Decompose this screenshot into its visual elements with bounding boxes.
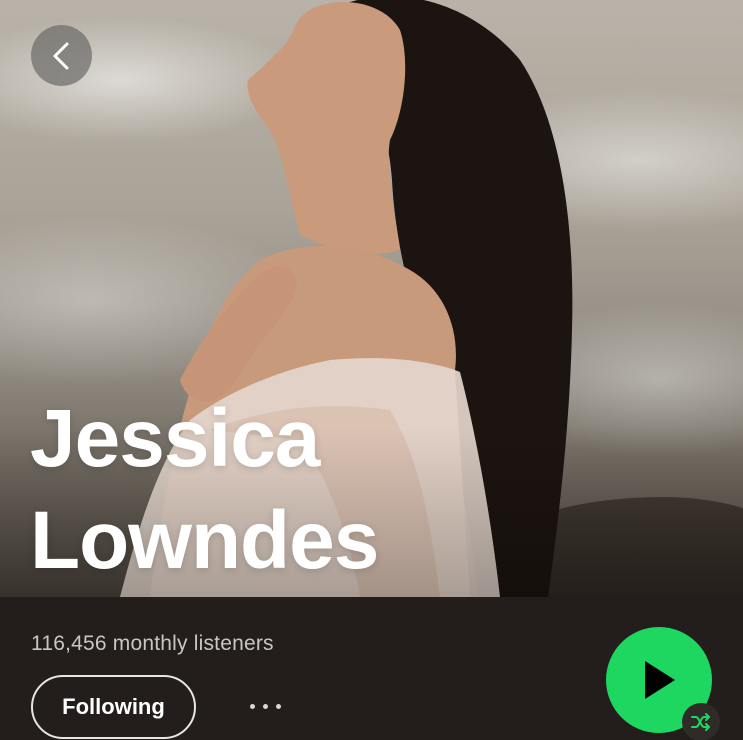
artist-name-line2: Lowndes	[30, 495, 379, 586]
more-dots-icon	[262, 703, 268, 709]
artist-info-section: 116,456 monthly listeners Following	[0, 597, 743, 740]
artist-name: Jessica Lowndes	[30, 388, 590, 592]
following-button[interactable]: Following	[31, 675, 196, 739]
shuffle-button[interactable]	[682, 703, 720, 740]
artist-name-line1: Jessica	[30, 393, 320, 484]
back-button[interactable]	[31, 25, 92, 86]
artist-page: Jessica Lowndes 116,456 monthly listener…	[0, 0, 743, 740]
more-dots-icon	[249, 703, 255, 709]
more-dots-icon	[275, 703, 281, 709]
chevron-left-icon	[53, 42, 68, 69]
shuffle-icon	[691, 713, 710, 731]
monthly-listeners: 116,456 monthly listeners	[31, 632, 274, 655]
more-options-button[interactable]	[240, 695, 290, 717]
play-icon	[645, 661, 675, 699]
